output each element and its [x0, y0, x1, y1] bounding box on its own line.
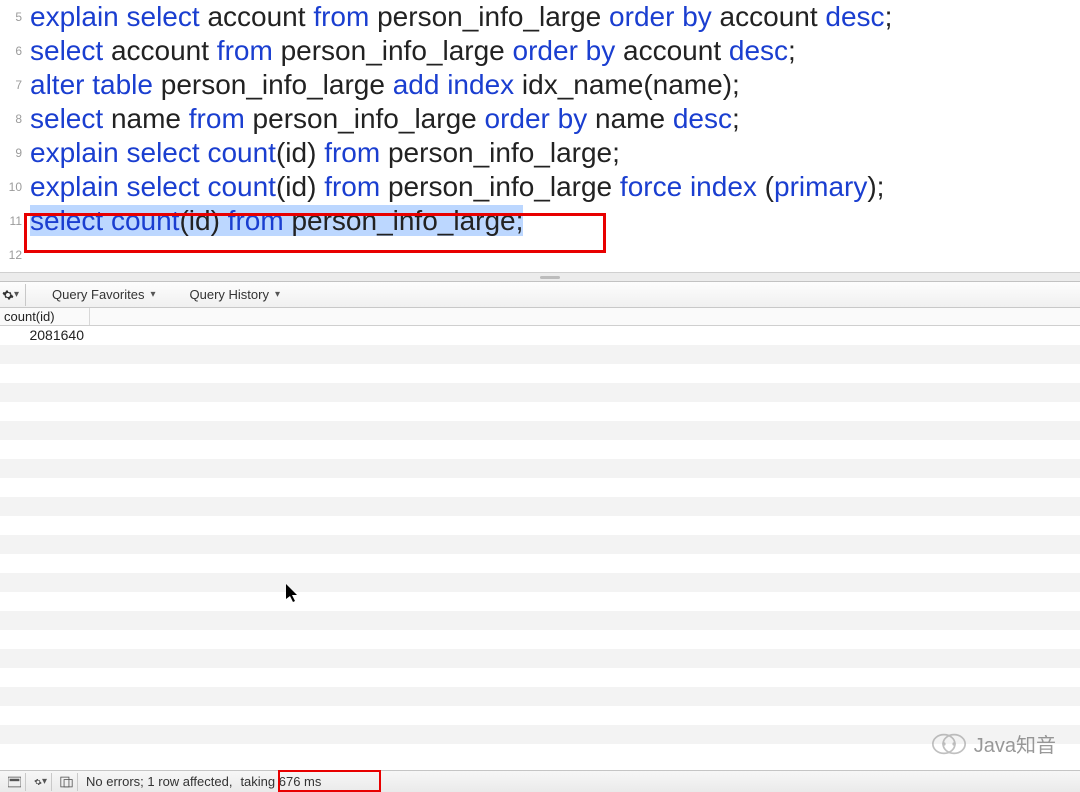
code-content[interactable]: alter table person_info_large add index … — [28, 68, 1080, 102]
line-number: 9 — [0, 136, 28, 170]
line-number: 5 — [0, 0, 28, 34]
table-row — [0, 725, 1080, 744]
table-row — [0, 497, 1080, 516]
table-row — [0, 668, 1080, 687]
results-grid[interactable]: 2081640 — [0, 326, 1080, 756]
table-row — [0, 383, 1080, 402]
results-header: count(id) — [0, 308, 1080, 326]
result-toolbar: ▾ Query Favorites ▾ Query History ▾ — [0, 282, 1080, 308]
table-row — [0, 744, 1080, 756]
status-bar: ▾ No errors; 1 row affected, taking 676 … — [0, 770, 1080, 792]
table-row — [0, 535, 1080, 554]
chevron-down-icon: ▾ — [14, 289, 19, 300]
table-row — [0, 706, 1080, 725]
column-header-count[interactable]: count(id) — [0, 308, 90, 325]
query-history-label: Query History — [190, 287, 269, 302]
table-row — [0, 345, 1080, 364]
table-row — [0, 592, 1080, 611]
code-line[interactable]: 5explain select account from person_info… — [0, 0, 1080, 34]
code-line[interactable]: 6select account from person_info_large o… — [0, 34, 1080, 68]
line-number: 10 — [0, 170, 28, 204]
table-row — [0, 459, 1080, 478]
code-line[interactable]: 10explain select count(id) from person_i… — [0, 170, 1080, 204]
code-content[interactable]: explain select count(id) from person_inf… — [28, 136, 1080, 170]
status-text: No errors; 1 row affected, — [82, 774, 232, 789]
table-row — [0, 573, 1080, 592]
layout-icon[interactable] — [4, 773, 26, 791]
code-content[interactable]: select count(id) from person_info_large; — [28, 204, 1080, 238]
cell-value: 2081640 — [0, 326, 90, 345]
table-row — [0, 421, 1080, 440]
status-timing: taking 676 ms — [236, 774, 321, 789]
line-number: 8 — [0, 102, 28, 136]
table-row — [0, 687, 1080, 706]
chevron-down-icon: ▾ — [150, 289, 155, 300]
table-row — [0, 611, 1080, 630]
line-number: 7 — [0, 68, 28, 102]
clipboard-icon[interactable] — [56, 773, 78, 791]
code-content[interactable]: explain select account from person_info_… — [28, 0, 1080, 34]
table-row — [0, 649, 1080, 668]
gear-icon[interactable]: ▾ — [30, 773, 52, 791]
sql-editor[interactable]: 5explain select account from person_info… — [0, 0, 1080, 272]
gear-icon[interactable]: ▾ — [2, 284, 26, 306]
query-favorites-menu[interactable]: Query Favorites ▾ — [44, 285, 164, 304]
table-row — [0, 440, 1080, 459]
query-history-menu[interactable]: Query History ▾ — [182, 285, 289, 304]
code-content[interactable]: select account from person_info_large or… — [28, 34, 1080, 68]
code-line[interactable]: 11select count(id) from person_info_larg… — [0, 204, 1080, 238]
code-content[interactable]: select name from person_info_large order… — [28, 102, 1080, 136]
splitter-handle[interactable] — [0, 272, 1080, 282]
table-row — [0, 554, 1080, 573]
table-row — [0, 364, 1080, 383]
table-row — [0, 478, 1080, 497]
code-line[interactable]: 12 — [0, 238, 1080, 272]
line-number: 6 — [0, 34, 28, 68]
code-line[interactable]: 7alter table person_info_large add index… — [0, 68, 1080, 102]
code-line[interactable]: 9explain select count(id) from person_in… — [0, 136, 1080, 170]
code-line[interactable]: 8select name from person_info_large orde… — [0, 102, 1080, 136]
query-favorites-label: Query Favorites — [52, 287, 144, 302]
table-row — [0, 402, 1080, 421]
table-row[interactable]: 2081640 — [0, 326, 1080, 345]
table-row — [0, 516, 1080, 535]
chevron-down-icon: ▾ — [275, 289, 280, 300]
table-row — [0, 630, 1080, 649]
code-content[interactable]: explain select count(id) from person_inf… — [28, 170, 1080, 204]
line-number: 11 — [0, 204, 28, 238]
line-number: 12 — [0, 238, 28, 272]
chevron-down-icon: ▾ — [42, 776, 47, 787]
